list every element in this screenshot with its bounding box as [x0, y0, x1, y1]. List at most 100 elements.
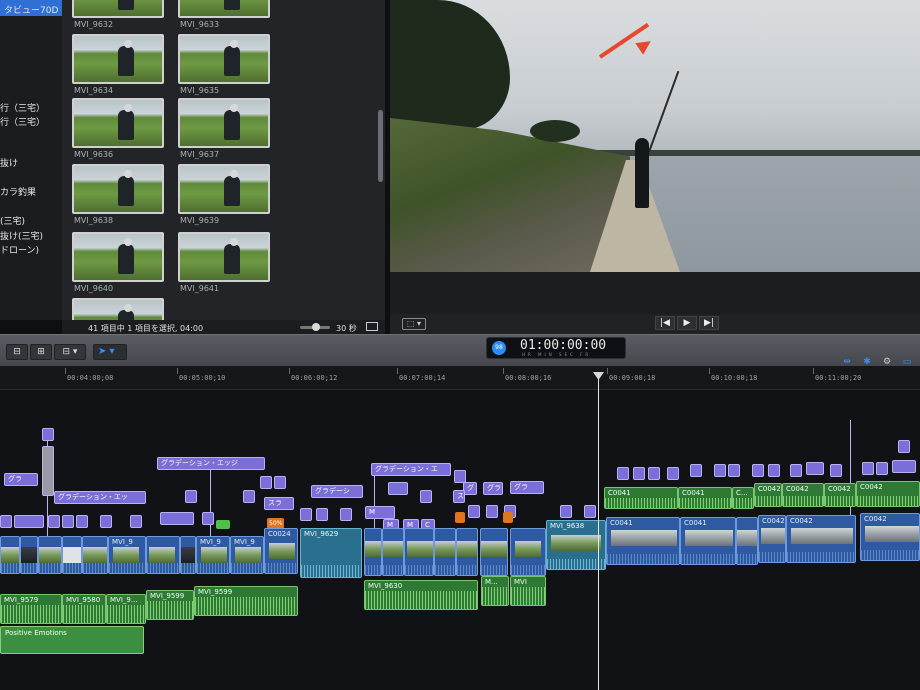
audio-clip[interactable]: C0042 — [782, 483, 824, 507]
title-clip[interactable] — [862, 462, 874, 475]
clip-thumb[interactable]: MVI_9638 — [72, 164, 168, 225]
title-clip[interactable] — [243, 490, 255, 503]
sidebar-item-7[interactable]: ドローン) — [0, 243, 39, 256]
title-clip[interactable] — [100, 515, 112, 528]
video-clip[interactable] — [456, 528, 478, 576]
sidebar-item-1[interactable]: 行（三宅） — [0, 101, 45, 114]
audio-clip[interactable]: MVI_9599 — [146, 590, 194, 620]
clip-thumb[interactable]: MVI_9637 — [178, 98, 274, 159]
title-clip[interactable]: グラデーション・エ — [371, 463, 451, 476]
clip-zoom-knob[interactable] — [312, 323, 320, 331]
title-clip[interactable] — [617, 467, 629, 480]
title-clip[interactable]: M — [365, 506, 395, 519]
title-clip[interactable] — [806, 462, 824, 475]
video-clip[interactable] — [180, 536, 196, 574]
audio-clip[interactable]: M... — [481, 576, 509, 606]
sidebar-item-2[interactable]: 行（三宅） — [0, 115, 45, 128]
video-clip[interactable] — [364, 528, 382, 576]
title-clip[interactable] — [714, 464, 726, 477]
title-clip[interactable]: グラ — [483, 482, 503, 495]
video-clip[interactable] — [382, 528, 404, 576]
title-clip[interactable] — [62, 515, 74, 528]
title-clip[interactable]: グラデーション・エッ — [54, 491, 146, 504]
title-clip[interactable] — [633, 467, 645, 480]
video-clip[interactable]: C0041 — [680, 517, 736, 565]
audio-clip[interactable]: MVI_9... — [106, 594, 146, 624]
clip-thumb[interactable]: MVI_9632 — [72, 0, 168, 29]
title-clip[interactable] — [340, 508, 352, 521]
clip-thumb[interactable]: MVI_9640 — [72, 232, 168, 293]
title-clip[interactable] — [76, 515, 88, 528]
title-clip[interactable] — [316, 508, 328, 521]
previous-frame-icon[interactable]: |◀ — [655, 316, 675, 330]
title-clip[interactable] — [420, 490, 432, 503]
title-clip[interactable] — [260, 476, 272, 489]
audio-clip[interactable]: C... — [732, 487, 754, 509]
title-clip[interactable] — [42, 446, 54, 496]
video-clip[interactable]: C0041 — [606, 517, 680, 565]
audio-clip[interactable]: MVI_9579 — [0, 594, 62, 624]
video-clip[interactable]: MVI_9 — [108, 536, 146, 574]
title-clip[interactable] — [42, 428, 54, 441]
title-clip[interactable] — [728, 464, 740, 477]
title-clip[interactable] — [14, 515, 44, 528]
video-clip[interactable] — [510, 528, 546, 576]
video-clip[interactable]: MVI_9 — [230, 536, 264, 574]
title-clip[interactable] — [274, 476, 286, 489]
title-clip[interactable] — [185, 490, 197, 503]
title-clip[interactable]: グラ — [510, 481, 544, 494]
clip-thumb[interactable]: MVI_9641 — [178, 232, 274, 293]
title-clip[interactable] — [584, 505, 596, 518]
video-clip[interactable]: C0042 — [786, 515, 856, 563]
title-clip[interactable] — [486, 505, 498, 518]
transform-menu-icon[interactable]: ⬚ ▾ — [402, 318, 426, 330]
timeline-ruler[interactable] — [0, 366, 920, 390]
video-clip[interactable] — [404, 528, 434, 576]
audio-clip[interactable]: MVI_9599 — [194, 586, 298, 616]
video-clip[interactable]: C0024 — [264, 528, 298, 574]
clip-thumb[interactable]: MVI_9634 — [72, 34, 168, 95]
title-clip[interactable] — [130, 515, 142, 528]
title-clip[interactable] — [560, 505, 572, 518]
title-clip[interactable]: グ — [463, 482, 477, 495]
play-icon[interactable]: ▶ — [677, 316, 697, 330]
connect-clip-icon[interactable]: ⊟ — [6, 344, 28, 360]
title-clip[interactable] — [752, 464, 764, 477]
clip-thumb[interactable]: MVI_9639 — [178, 164, 274, 225]
title-clip[interactable]: グラデーション・エッジ — [157, 457, 265, 470]
video-clip[interactable]: C0042 — [758, 515, 786, 563]
clip-thumb[interactable]: MVI_9633 — [178, 0, 274, 29]
title-clip[interactable] — [876, 462, 888, 475]
insert-clip-icon[interactable]: ⊞ — [30, 344, 52, 360]
sidebar-item-3[interactable]: 抜け — [0, 156, 18, 169]
title-clip[interactable] — [300, 508, 312, 521]
sidebar-item-5[interactable]: (三宅) — [0, 214, 25, 227]
select-tool-icon[interactable]: ➤ ▾ — [93, 344, 127, 360]
title-clip[interactable]: ス — [453, 490, 465, 503]
title-clip[interactable] — [202, 512, 214, 525]
title-clip[interactable] — [790, 464, 802, 477]
audio-clip[interactable]: MVI_9580 — [62, 594, 106, 624]
playhead[interactable] — [598, 372, 599, 690]
title-clip[interactable] — [892, 460, 916, 473]
overwrite-clip-icon[interactable]: ⊟ ▾ — [54, 344, 86, 360]
title-clip[interactable]: グラデーシ — [311, 485, 363, 498]
audio-clip[interactable]: MVI — [510, 576, 546, 606]
title-clip[interactable] — [898, 440, 910, 453]
video-clip[interactable] — [434, 528, 456, 576]
video-clip[interactable] — [20, 536, 38, 574]
title-clip[interactable] — [648, 467, 660, 480]
video-clip[interactable] — [736, 517, 758, 565]
next-frame-icon[interactable]: ▶| — [699, 316, 719, 330]
audio-clip[interactable]: C0042 — [856, 481, 920, 507]
title-clip[interactable]: グラ — [4, 473, 38, 486]
sidebar-item-4[interactable]: カラ釣果 — [0, 185, 36, 198]
title-clip[interactable]: スラ — [264, 497, 294, 510]
video-clip[interactable]: MVI_9638 — [546, 520, 606, 570]
audio-clip[interactable]: C0042 — [754, 483, 782, 507]
title-clip[interactable] — [454, 470, 466, 483]
title-clip[interactable] — [388, 482, 408, 495]
video-clip[interactable]: MVI_9629 — [300, 528, 362, 578]
audio-clip[interactable]: C0041 — [678, 487, 732, 509]
browser-scrollbar[interactable] — [378, 110, 383, 182]
